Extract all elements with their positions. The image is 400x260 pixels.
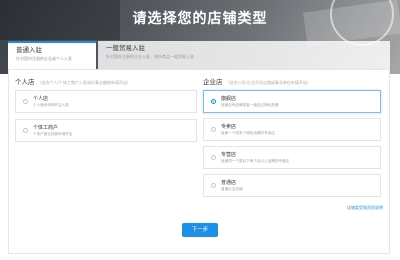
next-button[interactable]: 下一步 [182, 223, 218, 237]
option-regular-store[interactable]: 普通店 普通企业店铺 [203, 174, 381, 197]
group-hint: （适合公司/企业开设店铺或事业单位申请开店） [225, 80, 311, 85]
page-title: 请选择您的店铺类型 [132, 11, 268, 27]
option-personal-store[interactable]: 个人店 个人身份申请开店入驻 [15, 90, 197, 113]
option-name: 专卖店 [221, 124, 237, 130]
tab-label: 普通入驻 [16, 46, 42, 54]
option-exclusive-store[interactable]: 专卖店 经营一个或多个授权品牌的专卖店 [203, 118, 381, 141]
tab-label: 一般贸易入驻 [106, 44, 145, 52]
header-banner: 请选择您的店铺类型 普通入驻 针对国内注册的企业或个人入驻 一般贸易入驻 针对国… [0, 0, 400, 74]
radio-icon [211, 127, 216, 132]
store-type-panel: 个人店 （适合个人/个体工商户入驻或在事业编制申请开店） 个人店 个人身份申请开店… [8, 69, 390, 254]
radio-selected-icon [211, 99, 216, 104]
tab-normal-entry[interactable]: 普通入驻 针对国内注册的企业或个人入驻 [8, 41, 96, 69]
group-hint: （适合个人/个体工商户入驻或在事业编制申请开店） [37, 80, 131, 85]
personal-group-title: 个人店 （适合个人/个体工商户入驻或在事业编制申请开店） [15, 76, 131, 86]
option-name: 个体工商户 [33, 125, 59, 131]
option-individual-business[interactable]: 个体工商户 个体户营业执照申请开店 [15, 119, 197, 142]
enterprise-group-title: 企业店 （适合公司/企业开设店铺或事业单位申请开店） [203, 76, 311, 86]
tab-general-trade-entry[interactable]: 一般贸易入驻 针对国外注册的企业入驻，境外商品一般贸易入驻 [98, 41, 390, 69]
option-description: 普通企业店铺 [221, 187, 243, 191]
store-type-help-link[interactable]: 店铺类型和资质说明 [347, 205, 383, 211]
option-description: 个人身份申请开店入驻 [33, 103, 69, 107]
tab-description: 针对国外注册的企业入驻，境外商品一般贸易入驻 [106, 54, 194, 59]
radio-icon [211, 183, 216, 188]
entry-type-tabs: 普通入驻 针对国内注册的企业或个人入驻 一般贸易入驻 针对国外注册的企业入驻，境… [8, 41, 390, 69]
option-name: 个人店 [33, 96, 49, 102]
option-flagship-store[interactable]: 旗舰店 经营自有品牌或者一级独占授权品牌 [203, 90, 381, 113]
option-description: 经营自有品牌或者一级独占授权品牌 [221, 103, 279, 107]
option-specialty-store[interactable]: 专营店 经营同一个类目下两个及以上品牌的专营店 [203, 146, 381, 169]
option-description: 个体户营业执照申请开店 [33, 132, 73, 136]
option-name: 普通店 [221, 180, 237, 186]
group-title-text: 企业店 [203, 78, 223, 86]
tab-description: 针对国内注册的企业或个人入驻 [16, 56, 72, 61]
radio-icon [23, 128, 28, 133]
option-name: 旗舰店 [221, 96, 237, 102]
radio-icon [23, 99, 28, 104]
option-description: 经营同一个类目下两个及以上品牌的专营店 [221, 159, 290, 163]
radio-icon [211, 155, 216, 160]
page: 请选择您的店铺类型 普通入驻 针对国内注册的企业或个人入驻 一般贸易入驻 针对国… [0, 0, 400, 260]
group-title-text: 个人店 [15, 78, 35, 86]
option-description: 经营一个或多个授权品牌的专卖店 [221, 131, 275, 135]
option-name: 专营店 [221, 152, 237, 158]
